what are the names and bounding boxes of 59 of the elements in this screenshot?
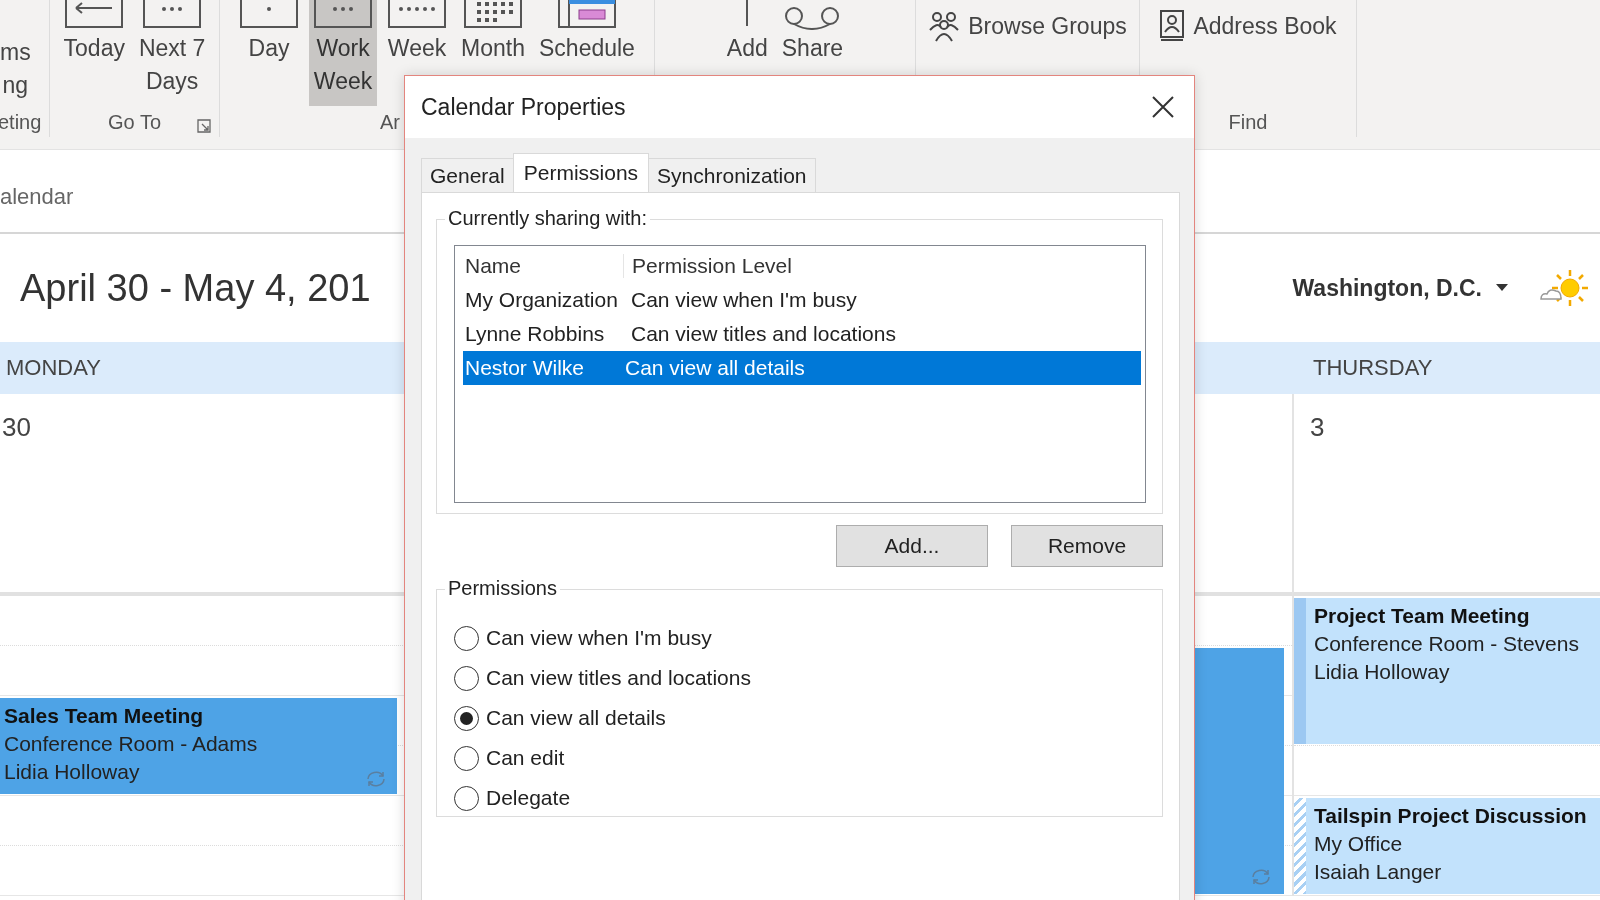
location-dropdown[interactable]: Washington, D.C. — [1292, 274, 1508, 302]
calendar-event[interactable]: Project Team Meeting Conference Room - Stevens Lidia Holloway — [1294, 598, 1600, 744]
radio-label: Can edit — [486, 746, 565, 770]
close-icon[interactable] — [1152, 96, 1174, 118]
day-number: 30 — [2, 412, 31, 442]
radio-button[interactable] — [454, 705, 479, 731]
ribbon-button[interactable]: Address Book — [1153, 8, 1343, 44]
group-label: Currently sharing with: — [445, 207, 650, 230]
dialog-title: Calendar Properties — [421, 93, 626, 121]
dialog-button[interactable]: Remove — [1011, 525, 1163, 567]
column-header[interactable]: Permission Level — [624, 254, 792, 278]
tab[interactable]: General — [421, 158, 514, 192]
list-row[interactable]: My Organization Can view when I'm busy — [457, 283, 1143, 317]
breadcrumb: alendar — [0, 184, 74, 210]
dialog-button[interactable]: Add... — [836, 525, 988, 567]
radio-button[interactable] — [454, 745, 479, 771]
ribbon-button[interactable]: Add — [722, 0, 772, 106]
event-organizer: Isaiah Langer — [1314, 859, 1443, 885]
people-icon — [928, 10, 961, 42]
event-organizer: Lidia Holloway — [1314, 659, 1451, 685]
radio-label: Can view titles and locations — [486, 666, 751, 690]
list-row[interactable]: Lynne Robbins Can view titles and locations — [457, 317, 1143, 351]
radio-button[interactable] — [454, 785, 479, 811]
ribbon-button[interactable]: Work Week — [309, 0, 378, 106]
group-label: Ar — [380, 111, 400, 134]
day-header: THURSDAY — [1292, 342, 1600, 394]
event-location: My Office — [1314, 831, 1404, 857]
event-title: Project Team Meeting — [1314, 603, 1531, 629]
event-location: Conference Room - Stevens — [1314, 631, 1579, 657]
ribbon-button[interactable]: Next 7 Days — [134, 0, 210, 106]
column-header[interactable]: Name — [457, 254, 624, 278]
calendar-event[interactable]: Tailspin Project Discussion My Office Isaiah Langer — [1294, 798, 1600, 894]
tab[interactable]: Permissions — [512, 153, 650, 192]
radio-label: Delegate — [486, 786, 571, 810]
caret-icon — [1496, 284, 1508, 292]
event-organizer: Lidia Holloway — [4, 759, 141, 785]
ribbon-button[interactable]: Today — [59, 0, 129, 106]
list-row[interactable]: Nestor Wilke Can view all details — [463, 351, 1141, 385]
date-range: April 30 - May 4, 201 — [20, 266, 371, 310]
ribbon-button[interactable]: Day — [235, 0, 304, 106]
ribbon-button[interactable]: Browse Groups — [922, 8, 1133, 44]
ribbon-button[interactable]: Share — [777, 0, 848, 106]
group-label: Find — [1228, 111, 1268, 134]
event-title: Tailspin Project Discussion — [1314, 803, 1587, 829]
event-title: Sales Team Meeting — [4, 703, 205, 729]
ribbon-button[interactable]: ms ng — [0, 0, 31, 106]
radio-label: Can view when I'm busy — [486, 626, 712, 650]
day-number: 3 — [1310, 412, 1325, 442]
calendar-event[interactable]: Sales Team Meeting Conference Room - Adams Lidia Holloway — [0, 698, 397, 794]
day-header: MONDAY — [0, 342, 405, 394]
dialog-launcher-icon[interactable] — [197, 119, 211, 133]
address-book-icon — [1159, 10, 1186, 42]
radio-button[interactable] — [454, 665, 479, 691]
radio-label: Can view all details — [486, 706, 666, 730]
weather-icon — [1538, 268, 1590, 308]
group-label: Go To — [108, 111, 161, 134]
event-location: Conference Room - Adams — [4, 731, 258, 757]
tab[interactable]: Synchronization — [648, 158, 816, 192]
radio-button[interactable] — [454, 625, 479, 651]
